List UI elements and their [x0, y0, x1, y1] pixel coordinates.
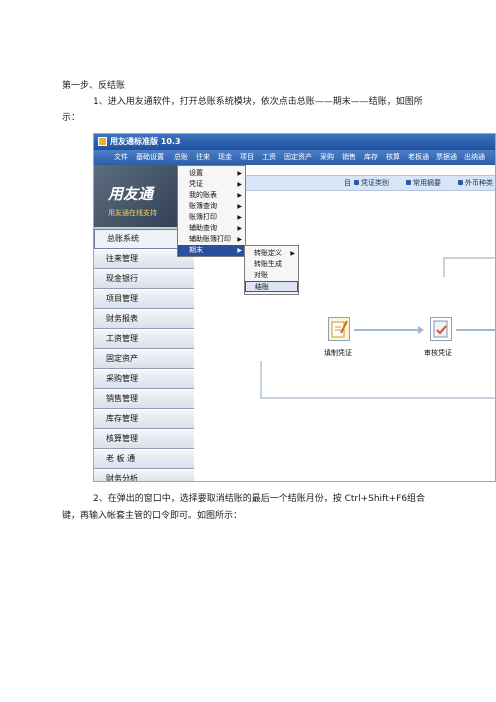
- menu-file[interactable]: 文件: [114, 150, 128, 165]
- menu-cash[interactable]: 现金: [218, 150, 232, 165]
- brand-logo: 用友通: [108, 185, 154, 203]
- step2-text-cont: 键，再输入帐套主管的口令即可。如图所示：: [62, 511, 243, 521]
- module-inventory[interactable]: 库存管理: [94, 409, 194, 429]
- menu-item-my-reports[interactable]: 我的账表 ▶: [178, 190, 245, 201]
- menu-item-label: 账簿打印: [189, 213, 217, 221]
- chevron-right-icon: ▶: [237, 236, 242, 243]
- menu-item-label: 辅助账簿打印: [189, 235, 231, 243]
- toolbar-item-catalog[interactable]: 目: [344, 176, 351, 190]
- chevron-right-icon: ▶: [237, 214, 242, 221]
- app-icon: [98, 137, 107, 146]
- menu-item-label: 账簿查询: [189, 202, 217, 210]
- flow-arrow: [354, 329, 420, 331]
- module-cash-bank[interactable]: 现金银行: [94, 269, 194, 289]
- menu-item-book-print[interactable]: 账簿打印 ▶: [178, 212, 245, 223]
- menu-item-label: 期末: [189, 246, 203, 254]
- submenu-item-reconcile[interactable]: 对账: [245, 270, 298, 281]
- toolbar-item-common-summary[interactable]: 常用摘要: [413, 176, 441, 190]
- period-end-submenu: 转账定义 ▶ 转账生成 对账 结账: [244, 245, 299, 295]
- menu-item-aux-print[interactable]: 辅助账簿打印 ▶: [178, 234, 245, 245]
- step1-text-cont: 示：: [62, 113, 81, 123]
- menu-bills[interactable]: 票据通: [436, 150, 457, 165]
- menu-payroll[interactable]: 工资: [262, 150, 276, 165]
- menu-general-ledger[interactable]: 总账: [174, 150, 188, 165]
- ledger-dropdown-menu: 设置 ▶ 凭证 ▶ 我的账表 ▶ 账簿查询 ▶ 账簿打印 ▶ 辅助查询 ▶ 辅助账簿打印 ▶ …: [177, 165, 246, 257]
- chevron-right-icon: ▶: [237, 225, 242, 232]
- toolbar-item-currency[interactable]: 外币种类: [465, 176, 493, 190]
- bullet-icon: [354, 180, 359, 185]
- module-reports[interactable]: 财务报表: [94, 309, 194, 329]
- software-screenshot: 用友通标准版 10.3 文件 基础设置 总账 往来 现金 项目 工资 固定资产 …: [93, 133, 496, 482]
- step1-text: 1、进入用友通软件，打开总账系统模块，依次点击总账——期末——结账，如图所: [93, 97, 423, 107]
- menu-item-book-query[interactable]: 账簿查询 ▶: [178, 201, 245, 212]
- module-boss[interactable]: 老 板 通: [94, 449, 194, 469]
- module-accounting[interactable]: 核算管理: [94, 429, 194, 449]
- flow-loop-line: [260, 361, 262, 399]
- chevron-right-icon: ▶: [237, 192, 242, 199]
- module-project[interactable]: 项目管理: [94, 289, 194, 309]
- module-fixed-assets[interactable]: 固定资产: [94, 349, 194, 369]
- menu-purchase[interactable]: 采购: [320, 150, 334, 165]
- menu-boss[interactable]: 老板通: [408, 150, 429, 165]
- menu-item-aux-query[interactable]: 辅助查询 ▶: [178, 223, 245, 234]
- fill-voucher-icon[interactable]: [328, 317, 350, 341]
- menu-item-label: 设置: [189, 169, 203, 177]
- submenu-item-close-books[interactable]: 结账: [245, 281, 298, 292]
- submenu-item-transfer-def[interactable]: 转账定义 ▶: [245, 248, 298, 259]
- flow-label-fill: 填制凭证: [324, 349, 352, 357]
- menu-item-settings[interactable]: 设置 ▶: [178, 168, 245, 179]
- submenu-item-label: 转账定义: [254, 249, 282, 257]
- menu-item-label: 辅助查询: [189, 224, 217, 232]
- menu-project[interactable]: 项目: [240, 150, 254, 165]
- menu-item-label: 凭证: [189, 180, 203, 188]
- flow-loop-line: [443, 257, 495, 259]
- submenu-item-transfer-gen[interactable]: 转账生成: [245, 259, 298, 270]
- chevron-right-icon: ▶: [237, 203, 242, 210]
- menu-basic-settings[interactable]: 基础设置: [136, 150, 164, 165]
- window-titlebar: 用友通标准版 10.3: [94, 134, 495, 150]
- flow-loop-line: [443, 257, 445, 277]
- module-payroll[interactable]: 工资管理: [94, 329, 194, 349]
- module-purchase[interactable]: 采购管理: [94, 369, 194, 389]
- chevron-right-icon: ▶: [237, 181, 242, 188]
- doc-heading: 第一步、反结账: [62, 81, 126, 91]
- window-title: 用友通标准版 10.3: [110, 137, 181, 146]
- menu-accounting[interactable]: 核算: [386, 150, 400, 165]
- chevron-right-icon: ▶: [237, 247, 242, 254]
- review-voucher-icon[interactable]: [430, 317, 452, 341]
- menu-fixed-assets[interactable]: 固定资产: [284, 150, 312, 165]
- bullet-icon: [406, 180, 411, 185]
- menu-sales[interactable]: 销售: [342, 150, 356, 165]
- menu-cashier[interactable]: 出纳通: [464, 150, 485, 165]
- flow-label-review: 审核凭证: [424, 349, 452, 357]
- module-analysis[interactable]: 财务分析: [94, 469, 194, 481]
- menu-inventory[interactable]: 库存: [364, 150, 378, 165]
- menu-receivables[interactable]: 往来: [196, 150, 210, 165]
- chevron-right-icon: ▶: [237, 170, 242, 177]
- chevron-right-icon: ▶: [290, 250, 295, 257]
- menu-item-period-end[interactable]: 期末 ▶: [178, 245, 245, 256]
- brand-subtitle: 用友通在线支持: [108, 209, 157, 217]
- step2-text: 2、在弹出的窗口中，选择要取消结账的最后一个结账月份，按 Ctrl+Shift+…: [93, 494, 426, 504]
- menu-item-label: 我的账表: [189, 191, 217, 199]
- flow-loop-line: [260, 397, 495, 399]
- menu-bar: 文件 基础设置 总账 往来 现金 项目 工资 固定资产 采购 销售 库存 核算 …: [94, 150, 495, 165]
- toolbar-item-voucher-types[interactable]: 凭证类别: [361, 176, 389, 190]
- bullet-icon: [458, 180, 463, 185]
- arrow-right-icon: [418, 326, 424, 334]
- flow-arrow: [456, 329, 495, 331]
- module-sales[interactable]: 销售管理: [94, 389, 194, 409]
- menu-item-voucher[interactable]: 凭证 ▶: [178, 179, 245, 190]
